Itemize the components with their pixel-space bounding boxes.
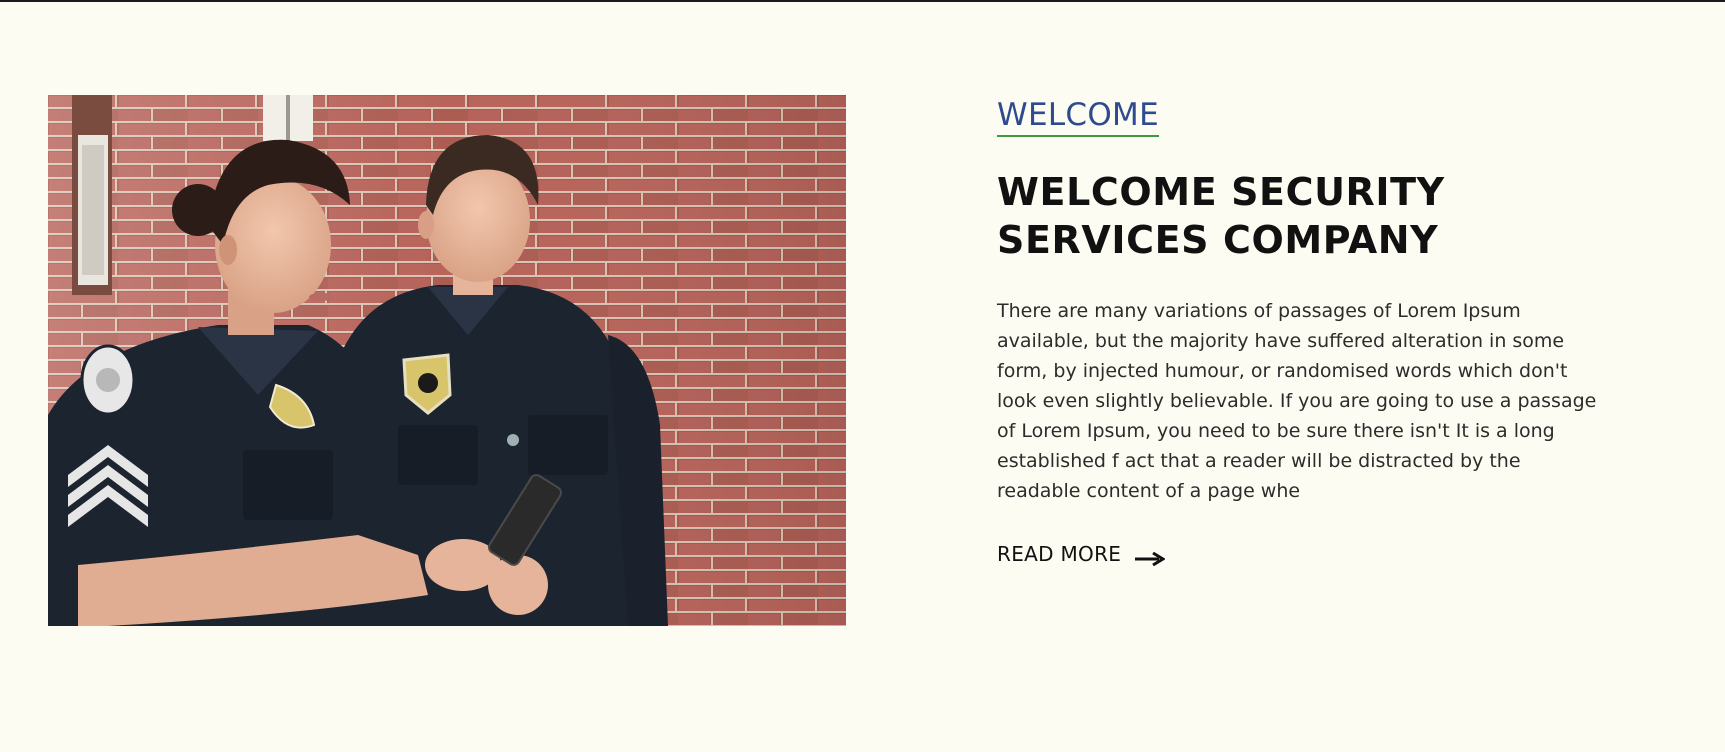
read-more-link[interactable]: READ MORE (997, 542, 1167, 567)
arrow-right-icon (1135, 547, 1167, 567)
security-officers-photo (48, 95, 846, 626)
read-more-label: READ MORE (997, 542, 1122, 566)
about-text-column: WELCOME WELCOME SECURITY SERVICES COMPAN… (997, 95, 1607, 567)
photo-illustration (48, 95, 846, 626)
section-heading: WELCOME SECURITY SERVICES COMPANY (997, 170, 1445, 262)
section-eyebrow: WELCOME (997, 95, 1159, 137)
section-body-text: There are many variations of passages of… (997, 300, 1597, 502)
about-section: WELCOME WELCOME SECURITY SERVICES COMPAN… (0, 0, 1725, 752)
